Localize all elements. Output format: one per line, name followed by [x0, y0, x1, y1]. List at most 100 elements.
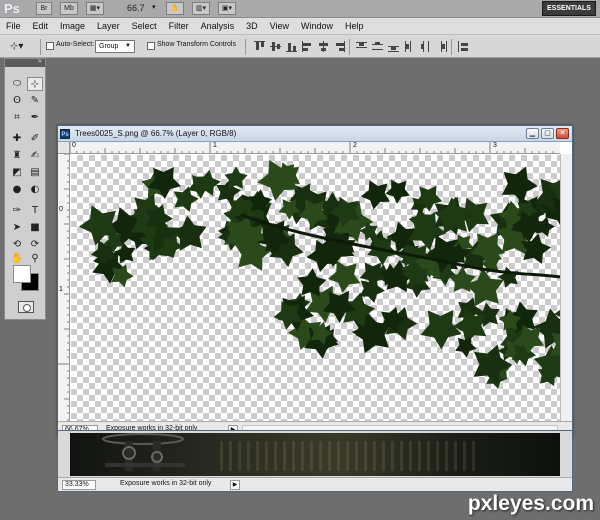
- window-controls: ▁ ▢ ✕: [526, 128, 569, 139]
- blur-tool-icon[interactable]: ●: [9, 183, 25, 197]
- photoshop-document-icon: Ps: [60, 129, 70, 139]
- horizontal-ruler-ticks: [70, 142, 554, 153]
- collapse-panel-icon[interactable]: »: [38, 57, 42, 65]
- leaf: [497, 266, 519, 288]
- foreground-color-swatch[interactable]: [13, 265, 31, 283]
- 3d-orbit-tool-icon[interactable]: ⟳: [27, 238, 43, 252]
- menu-window[interactable]: Window: [301, 21, 333, 31]
- tools-panel-header[interactable]: »: [5, 57, 45, 67]
- view-extras-icon[interactable]: ▦▾: [86, 2, 104, 15]
- auto-align-layers-icon[interactable]: [458, 41, 469, 52]
- brush-tool-icon[interactable]: ✐: [27, 132, 43, 146]
- status-menu-arrow-icon[interactable]: ▶: [230, 480, 240, 490]
- pen-tool-icon[interactable]: ✑: [9, 204, 25, 218]
- show-transform-checkbox[interactable]: [147, 42, 155, 50]
- zoom-dropdown-icon[interactable]: ▾: [152, 3, 156, 11]
- zoom-field[interactable]: 33.33%: [62, 480, 96, 490]
- second-document-window[interactable]: 33.33% Exposure works in 32-bit only ▶: [57, 430, 573, 492]
- watermark: pxleyes.com: [467, 492, 594, 515]
- horizontal-ruler[interactable]: 0 1 2 3: [70, 142, 560, 154]
- quick-mask-icon[interactable]: [18, 301, 34, 313]
- align-left-icon[interactable]: [302, 41, 313, 52]
- lasso-tool-icon[interactable]: ʘ: [9, 94, 25, 108]
- options-separator: [40, 39, 41, 55]
- distribute-right-icon[interactable]: [436, 41, 447, 52]
- quick-selection-tool-icon[interactable]: ✎: [27, 94, 43, 108]
- vertical-scrollbar[interactable]: [560, 154, 572, 422]
- leaf: [359, 276, 385, 303]
- move-tool-icon[interactable]: ⊹: [27, 77, 43, 91]
- menu-layer[interactable]: Layer: [97, 21, 120, 31]
- minimize-button[interactable]: ▁: [526, 128, 539, 139]
- dodge-tool-icon[interactable]: ◐: [27, 183, 43, 197]
- launch-minibridge-button[interactable]: Mb: [60, 2, 78, 15]
- menu-filter[interactable]: Filter: [169, 21, 189, 31]
- align-bottom-icon[interactable]: [286, 41, 297, 52]
- 3d-rotate-tool-icon[interactable]: ⟲: [9, 238, 25, 252]
- launch-bridge-button[interactable]: Br: [36, 2, 52, 15]
- vertical-ruler[interactable]: 0 1: [58, 154, 70, 422]
- tool-preset-picker-icon[interactable]: ⊹▾: [10, 41, 30, 53]
- leaf: [360, 180, 390, 210]
- maximize-button[interactable]: ▢: [541, 128, 554, 139]
- crop-tool-icon[interactable]: ⌗: [9, 111, 25, 125]
- document-title-bar[interactable]: Ps Trees0025_S.png @ 66.7% (Layer 0, RGB…: [58, 126, 572, 142]
- second-document-canvas[interactable]: [70, 433, 560, 476]
- menu-select[interactable]: Select: [132, 21, 157, 31]
- workspace-switcher[interactable]: ESSENTIALS: [542, 1, 596, 16]
- marquee-tool-icon[interactable]: ⬭: [9, 77, 25, 91]
- distribute-horizontal-center-icon[interactable]: [420, 41, 431, 52]
- options-separator: [245, 39, 246, 55]
- eyedropper-tool-icon[interactable]: ✒: [27, 111, 43, 125]
- align-horizontal-center-icon[interactable]: [318, 41, 329, 52]
- history-brush-tool-icon[interactable]: ✍: [27, 149, 43, 163]
- align-right-icon[interactable]: [334, 41, 345, 52]
- options-separator: [349, 39, 350, 55]
- leaf: [420, 310, 462, 350]
- water-reflection: [220, 441, 480, 471]
- menu-file[interactable]: File: [6, 21, 21, 31]
- distribute-top-icon[interactable]: [356, 41, 367, 52]
- document-canvas[interactable]: [71, 155, 560, 421]
- auto-select-checkbox[interactable]: [46, 42, 54, 50]
- ruler-label: 2: [353, 142, 357, 149]
- document-window: Ps Trees0025_S.png @ 66.7% (Layer 0, RGB…: [57, 125, 573, 438]
- clone-stamp-tool-icon[interactable]: ♜: [9, 149, 25, 163]
- menu-3d[interactable]: 3D: [246, 21, 258, 31]
- healing-brush-tool-icon[interactable]: ✚: [9, 132, 25, 146]
- distribute-left-icon[interactable]: [404, 41, 415, 52]
- hand-tool-icon[interactable]: ✋: [9, 252, 25, 266]
- leaf: [306, 239, 339, 273]
- arrange-documents-icon[interactable]: ▥▾: [192, 2, 210, 15]
- screen-mode-icon[interactable]: ▣▾: [218, 2, 236, 15]
- menu-image[interactable]: Image: [60, 21, 85, 31]
- menu-help[interactable]: Help: [345, 21, 364, 31]
- path-selection-tool-icon[interactable]: ➤: [9, 221, 25, 235]
- menu-view[interactable]: View: [270, 21, 289, 31]
- auto-select-label: Auto-Select:: [56, 41, 95, 48]
- eraser-tool-icon[interactable]: ◩: [9, 166, 25, 180]
- shape-tool-icon[interactable]: ■: [27, 221, 43, 235]
- leaf: [455, 336, 477, 358]
- zoom-tool-icon[interactable]: ⚲: [27, 252, 43, 266]
- chevron-down-icon: ▼: [125, 43, 131, 49]
- align-vertical-center-icon[interactable]: [270, 41, 281, 52]
- distribute-bottom-icon[interactable]: [388, 41, 399, 52]
- machine-silhouette: [102, 433, 185, 471]
- align-top-icon[interactable]: [254, 41, 265, 52]
- options-separator: [451, 39, 452, 55]
- color-swatches[interactable]: [13, 265, 41, 293]
- type-tool-icon[interactable]: T: [27, 204, 43, 218]
- gradient-tool-icon[interactable]: ▤: [27, 166, 43, 180]
- ruler-origin[interactable]: [58, 142, 70, 154]
- auto-select-dropdown[interactable]: Group ▼: [95, 40, 135, 53]
- status-info[interactable]: Exposure works in 32-bit only: [120, 480, 211, 487]
- zoom-level-field[interactable]: 66.7: [127, 3, 145, 13]
- menu-analysis[interactable]: Analysis: [201, 21, 235, 31]
- hand-tool-icon[interactable]: ✋: [166, 2, 184, 15]
- close-button[interactable]: ✕: [556, 128, 569, 139]
- distribute-vertical-center-icon[interactable]: [372, 41, 383, 52]
- show-transform-label: Show Transform Controls: [157, 41, 236, 48]
- ruler-label: 1: [213, 142, 217, 149]
- menu-edit[interactable]: Edit: [33, 21, 49, 31]
